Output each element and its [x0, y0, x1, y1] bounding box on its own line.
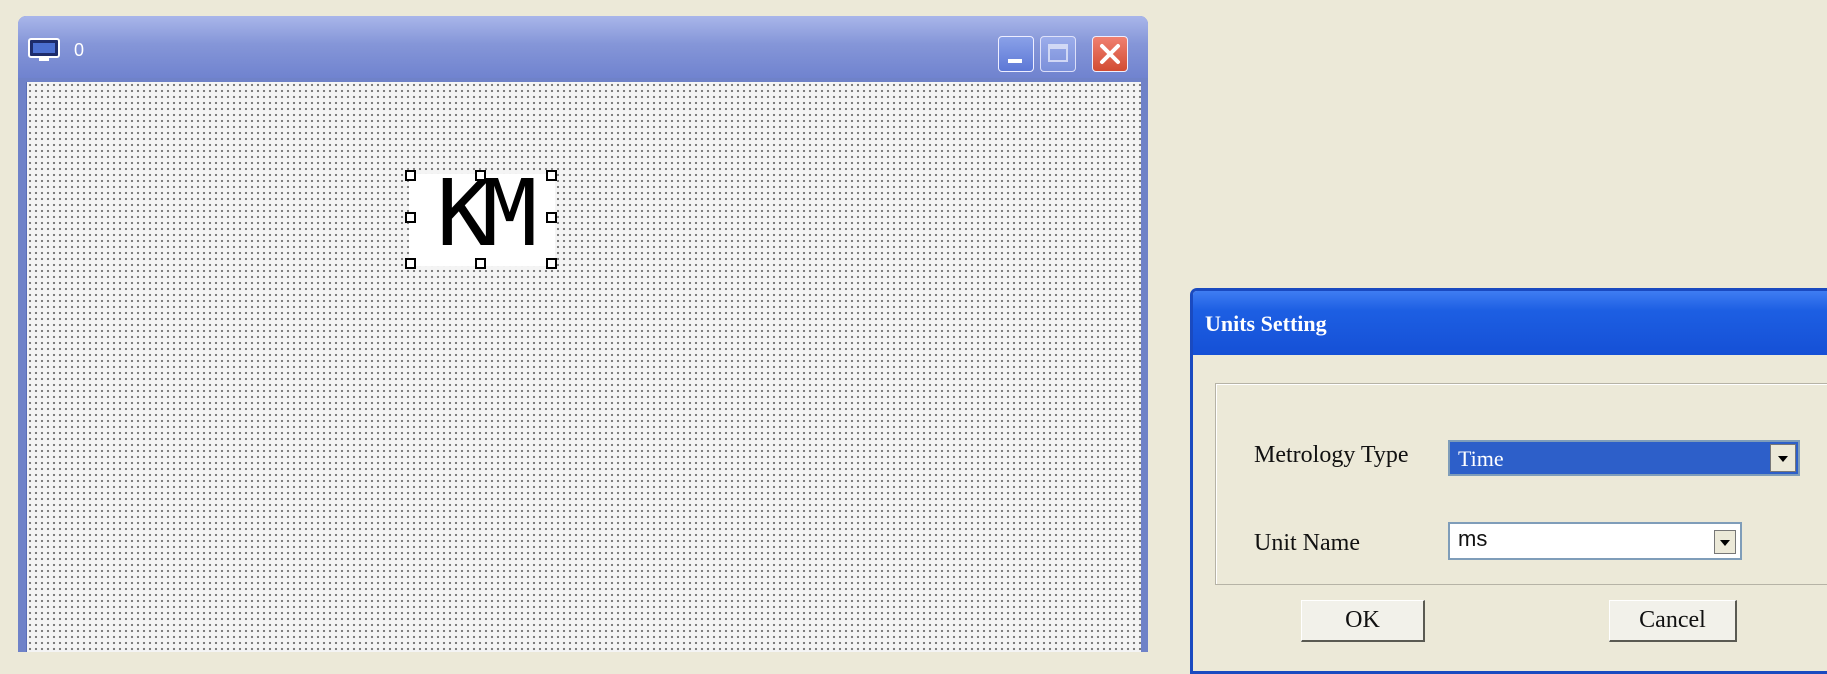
km-text-object[interactable]: KM [405, 168, 557, 269]
unit-name-value: ms [1458, 526, 1488, 551]
screen-editor-window: 0 KM [18, 16, 1148, 652]
design-canvas[interactable]: KM [26, 82, 1141, 652]
minimize-button[interactable] [998, 36, 1034, 72]
unit-name-dropdown-button[interactable] [1714, 530, 1736, 554]
minimize-icon [1008, 59, 1022, 63]
selection-handle[interactable] [405, 258, 416, 269]
selection-handle[interactable] [405, 170, 416, 181]
ok-button[interactable]: OK [1301, 600, 1425, 642]
maximize-icon [1048, 44, 1068, 62]
selection-handle[interactable] [475, 258, 486, 269]
screen-icon [28, 38, 60, 61]
metrology-type-dropdown-button[interactable] [1770, 444, 1796, 472]
chevron-down-icon [1778, 456, 1788, 462]
close-icon [1100, 44, 1120, 64]
chevron-down-icon [1720, 540, 1730, 546]
maximize-button[interactable] [1040, 36, 1076, 72]
dialog-body: Metrology Type Time Unit Name ms OK Canc… [1193, 355, 1827, 671]
close-button[interactable] [1092, 36, 1128, 72]
metrology-type-label: Metrology Type [1254, 442, 1409, 468]
selection-handle[interactable] [405, 212, 416, 223]
metrology-type-select[interactable]: Time [1448, 440, 1800, 476]
selection-handle[interactable] [475, 170, 486, 181]
units-setting-dialog: Units Setting Metrology Type Time Unit N… [1190, 288, 1827, 674]
selection-handle[interactable] [546, 212, 557, 223]
editor-title: 0 [74, 40, 85, 60]
dialog-title: Units Setting [1205, 311, 1327, 336]
dialog-titlebar[interactable]: Units Setting [1193, 291, 1827, 355]
settings-group: Metrology Type Time Unit Name ms [1215, 383, 1827, 585]
metrology-type-value: Time [1458, 446, 1504, 471]
editor-titlebar[interactable]: 0 [18, 16, 1148, 78]
km-object-text: KM [436, 160, 538, 267]
selection-handle[interactable] [546, 170, 557, 181]
selection-handle[interactable] [546, 258, 557, 269]
unit-name-label: Unit Name [1254, 530, 1360, 556]
unit-name-select[interactable]: ms [1448, 522, 1742, 560]
cancel-button[interactable]: Cancel [1609, 600, 1737, 642]
